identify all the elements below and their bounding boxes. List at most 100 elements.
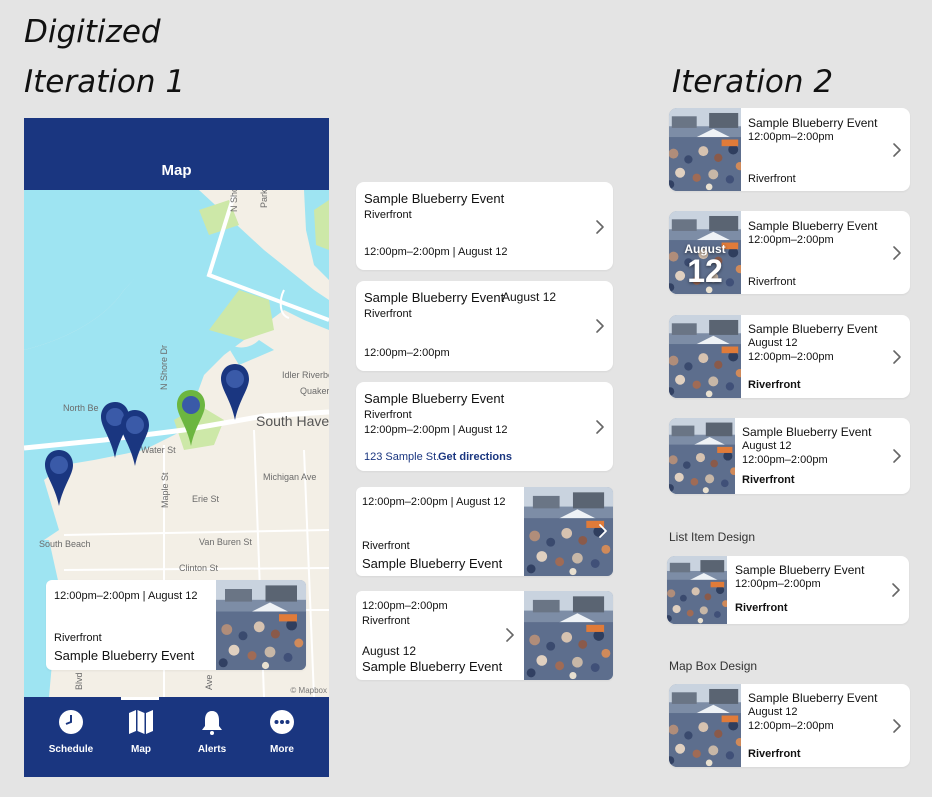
- iteration2-heading: Iteration 2: [672, 64, 834, 100]
- event-title: Sample Blueberry Event: [735, 563, 865, 577]
- event-photo: [216, 580, 306, 670]
- tab-map[interactable]: Map: [111, 709, 171, 755]
- event-date: August 12: [748, 706, 798, 718]
- tab-alerts[interactable]: Alerts: [182, 709, 242, 755]
- event-time: 12:00pm–2:00pm | August 12: [362, 496, 506, 508]
- chevron-right-icon: [505, 627, 515, 643]
- event-time: 12:00pm–2:00pm: [362, 600, 448, 612]
- map-label-erie-st: Erie St: [192, 494, 220, 504]
- chevron-right-icon: [892, 245, 902, 261]
- overlay-day: 12: [687, 253, 723, 289]
- event-location: Riverfront: [742, 474, 795, 486]
- tab-label: Alerts: [197, 744, 227, 755]
- event-photo: [667, 556, 727, 624]
- list-item-design-label: List Item Design: [669, 530, 756, 544]
- event-location: Riverfront: [364, 308, 412, 320]
- map-pin-4[interactable]: [44, 448, 74, 508]
- map-label-ave: Ave: [204, 674, 214, 690]
- event-location: Riverfront: [364, 209, 412, 221]
- map-box-design-card[interactable]: Sample Blueberry Event August 12 12:00pm…: [669, 684, 910, 767]
- iteration1-card-2[interactable]: Sample Blueberry Event August 12 Riverfr…: [356, 281, 613, 371]
- tab-label: Map: [131, 744, 151, 755]
- event-time: 12:00pm–2:00pm: [364, 347, 450, 359]
- map-attribution: © Mapbox: [290, 686, 327, 695]
- event-time: 12:00pm–2:00pm | August 12: [364, 246, 508, 258]
- event-title: Sample Blueberry Event: [364, 290, 505, 305]
- map-label-michigan-ave: Michigan Ave: [263, 472, 317, 482]
- event-address: 123 Sample St.: [364, 451, 440, 463]
- tab-bar: Schedule Map Alerts More: [24, 697, 329, 777]
- event-location: Riverfront: [748, 173, 796, 185]
- event-photo: [669, 684, 741, 767]
- event-time: 12:00pm–2:00pm: [748, 234, 834, 246]
- event-title: Sample Blueberry Event: [362, 659, 503, 674]
- chevron-right-icon: [891, 582, 901, 598]
- event-location: Riverfront: [748, 276, 796, 288]
- event-title: Sample Blueberry Event: [748, 322, 878, 336]
- event-photo: August 12: [669, 211, 741, 294]
- map-label-n-shore-dr: N Shore Dr: [229, 190, 239, 212]
- event-photo: [669, 315, 741, 398]
- chevron-right-icon: [595, 219, 605, 235]
- digitized-heading: Digitized: [24, 14, 161, 50]
- map-label-blvd: Blvd: [74, 672, 84, 690]
- iteration2-card-2[interactable]: August 12 Sample Blueberry Event 12:00pm…: [669, 211, 910, 294]
- event-time: 12:00pm–2:00pm: [748, 131, 834, 143]
- chevron-right-icon: [892, 718, 902, 734]
- tab-more[interactable]: More: [252, 709, 312, 755]
- more-icon: [270, 710, 294, 734]
- map-pin-2[interactable]: [120, 408, 150, 468]
- map-event-card[interactable]: 12:00pm–2:00pm | August 12 Riverfront Sa…: [46, 580, 306, 670]
- chevron-right-icon: [595, 419, 605, 435]
- event-photo: [669, 418, 735, 494]
- tab-label: Schedule: [48, 744, 94, 755]
- event-date: August 12: [742, 440, 792, 452]
- map-icon: [129, 710, 153, 734]
- map-pin-3[interactable]: [220, 362, 250, 422]
- iteration1-card-1[interactable]: Sample Blueberry Event Riverfront 12:00p…: [356, 182, 613, 270]
- bell-icon: [202, 711, 222, 735]
- list-item-design-card[interactable]: Sample Blueberry Event 12:00pm–2:00pm Ri…: [667, 556, 909, 624]
- iteration1-card-4[interactable]: 12:00pm–2:00pm | August 12 Riverfront Sa…: [356, 487, 613, 576]
- iteration1-card-5[interactable]: 12:00pm–2:00pm Riverfront August 12 Samp…: [356, 591, 613, 680]
- event-date: August 12: [748, 337, 798, 349]
- event-location: Riverfront: [362, 615, 410, 627]
- map-label-maple-st: Maple St: [160, 472, 170, 508]
- map-label-park: Park: [259, 190, 269, 208]
- map-label-south-haven: South Have: [256, 413, 329, 429]
- event-title: Sample Blueberry Event: [748, 116, 878, 130]
- tab-label: More: [270, 744, 294, 755]
- event-time: 12:00pm–2:00pm: [748, 720, 834, 732]
- event-title: Sample Blueberry Event: [362, 556, 503, 571]
- active-tab-indicator: [121, 697, 159, 700]
- event-title: Sample Blueberry Event: [748, 219, 878, 233]
- event-time: 12:00pm–2:00pm: [742, 454, 828, 466]
- event-time: 12:00pm–2:00pm | August 12: [54, 590, 198, 602]
- map-view[interactable]: N Shore Dr Park N Shore Dr Idler Riverbo…: [24, 190, 329, 697]
- chevron-right-icon: [892, 448, 902, 464]
- event-location: Riverfront: [364, 409, 412, 421]
- map-label-clinton-st: Clinton St: [179, 563, 219, 573]
- map-label-n-shore-dr-2: N Shore Dr: [159, 344, 169, 390]
- clock-icon: [59, 710, 83, 734]
- event-location: Riverfront: [362, 540, 410, 552]
- iteration2-card-4[interactable]: Sample Blueberry Event August 12 12:00pm…: [669, 418, 910, 494]
- map-label-van-buren-st: Van Buren St: [199, 537, 252, 547]
- event-date: August 12: [502, 290, 557, 304]
- map-label-quaker: Quaker: [300, 386, 329, 396]
- event-date: August 12: [362, 644, 417, 658]
- iteration2-card-1[interactable]: Sample Blueberry Event 12:00pm–2:00pm Ri…: [669, 108, 910, 191]
- event-title: Sample Blueberry Event: [748, 691, 878, 705]
- map-label-north-beach: North Be: [63, 403, 99, 413]
- chevron-right-icon: [892, 349, 902, 365]
- iteration1-card-3[interactable]: Sample Blueberry Event Riverfront 12:00p…: [356, 382, 613, 471]
- event-title: Sample Blueberry Event: [54, 648, 195, 663]
- get-directions-link[interactable]: Get directions: [438, 451, 512, 463]
- app-header: Map: [24, 118, 329, 190]
- map-label-idler-riverboat: Idler Riverboat: [282, 370, 329, 380]
- event-title: Sample Blueberry Event: [742, 425, 872, 439]
- iteration2-card-3[interactable]: Sample Blueberry Event August 12 12:00pm…: [669, 315, 910, 398]
- event-time: 12:00pm–2:00pm: [748, 351, 834, 363]
- tab-schedule[interactable]: Schedule: [41, 709, 101, 755]
- map-pin-selected[interactable]: [176, 388, 206, 448]
